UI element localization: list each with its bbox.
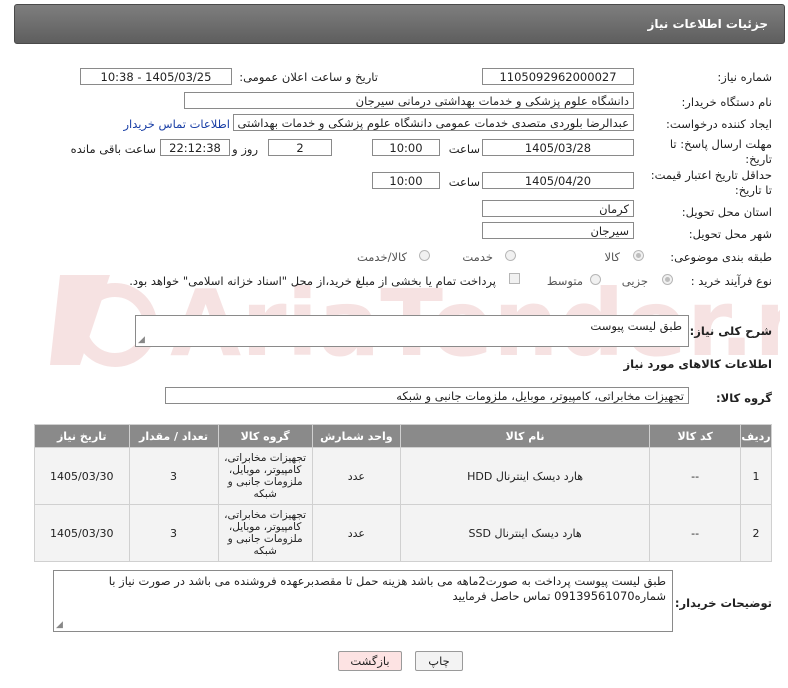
price-validity-time-field: 10:00 [372,172,440,189]
goods-section-title: اطلاعات کالاهای مورد نیاز [623,357,772,371]
column-header-date: تاریخ نیاز [34,424,130,448]
days-label: روز و [232,142,258,156]
delivery-province-label: استان محل تحویل: [681,205,772,219]
need-description-textarea[interactable]: طبق لیست پیوست ◢ [135,315,689,347]
process-radio-medium[interactable] [590,274,601,285]
goods-group-label: گروه کالا: [716,391,772,405]
goods-group-field: تجهیزات مخابراتی، کامپیوتر، موبایل، ملزو… [165,387,689,404]
column-header-qty: تعداد / مقدار [128,424,219,448]
category-radio-goods[interactable] [633,250,644,261]
column-header-code: کد کالا [649,424,742,448]
category-option-goods: کالا [604,250,620,264]
remaining-time-label: ساعت باقی مانده [70,142,156,156]
cell-name: هارد دیسک اینترنال SSD [399,504,651,562]
treasury-payment-note: پرداخت تمام یا بخشی از مبلغ خرید،از محل … [129,274,496,288]
deadline-label-date: تاریخ: [745,152,772,166]
cell-code: -- [649,504,742,562]
buyer-notes-textarea[interactable]: طبق لیست پیوست پرداخت به صورت2ماهه می با… [53,570,673,632]
requester-label: ایجاد کننده درخواست: [666,117,772,131]
print-button[interactable]: چاپ [415,651,463,671]
need-description-text: طبق لیست پیوست [590,319,682,333]
treasury-payment-checkbox[interactable] [509,273,520,284]
requester-field: عبدالرضا بلوردی متصدی خدمات عمومی دانشگا… [233,114,634,131]
need-description-label: شرح کلی نیاز: [689,324,772,338]
remaining-time-field: 22:12:38 [160,139,230,156]
cell-code: -- [649,447,742,505]
cell-date: 1405/03/30 [34,504,130,562]
goods-table-header: ردیف کد کالا نام کالا واحد شمارش گروه کا… [34,424,772,448]
purchase-process-label: نوع فرآیند خرید : [690,274,772,288]
column-header-group: گروه کالا [217,424,313,448]
cell-index: 1 [740,447,772,505]
category-radio-service[interactable] [505,250,516,261]
deadline-date-field: 1405/03/28 [482,139,634,156]
process-option-minor: جزیی [621,274,648,288]
column-header-index: ردیف [740,424,772,448]
cell-name: هارد دیسک اینترنال HDD [399,447,651,505]
deadline-time-field: 10:00 [372,139,440,156]
column-header-name: نام کالا [399,424,651,448]
delivery-city-label: شهر محل تحویل: [688,227,772,241]
cell-qty: 3 [128,447,219,505]
need-number-label: شماره نیاز: [717,70,772,84]
page-title: جزئیات اطلاعات نیاز [647,17,768,31]
cell-index: 2 [740,504,772,562]
cell-unit: عدد [311,447,401,505]
price-validity-date-field: 1405/04/20 [482,172,634,189]
subject-category-label: طبقه بندی موضوعی: [670,250,772,264]
cell-unit: عدد [311,504,401,562]
deadline-hour-label: ساعت [448,142,480,156]
goods-table: ردیف کد کالا نام کالا واحد شمارش گروه کا… [34,424,772,562]
announce-datetime-label: تاریخ و ساعت اعلان عمومی: [239,70,378,84]
cell-group: تجهیزات مخابراتی، کامپیوتر، موبایل، ملزو… [217,504,313,562]
delivery-city-field: سیرجان [482,222,634,239]
buyer-notes-text: طبق لیست پیوست پرداخت به صورت2ماهه می با… [108,574,666,603]
buyer-org-label: نام دستگاه خریدار: [681,95,772,109]
table-row: 1 -- هارد دیسک اینترنال HDD عدد تجهیزات … [34,447,772,505]
buyer-org-field: دانشگاه علوم پزشکی و خدمات بهداشتی درمان… [184,92,634,109]
buyer-contact-link[interactable]: اطلاعات تماس خریدار [123,117,230,131]
delivery-province-field: کرمان [482,200,634,217]
table-row: 2 -- هارد دیسک اینترنال SSD عدد تجهیزات … [34,504,772,562]
cell-qty: 3 [128,504,219,562]
announce-datetime-field: 1405/03/25 - 10:38 [80,68,232,85]
resize-grip-icon: ◢ [138,335,145,345]
need-number-field: 1105092962000027 [482,68,634,85]
remaining-days-field: 2 [268,139,332,156]
category-option-goods-service: کالا/خدمت [356,250,407,264]
deadline-label: مهلت ارسال پاسخ: تا [669,137,772,151]
cell-group: تجهیزات مخابراتی، کامپیوتر، موبایل، ملزو… [217,447,313,505]
price-validity-label-date: تا تاریخ: [734,183,772,197]
resize-grip-icon: ◢ [56,620,63,630]
category-option-service: خدمت [462,250,493,264]
price-validity-hour-label: ساعت [448,175,480,189]
back-button[interactable]: بازگشت [338,651,402,671]
buyer-notes-label: توضیحات خریدار: [674,596,772,610]
cell-date: 1405/03/30 [34,447,130,505]
watermark-emblem-shape [50,275,110,365]
process-radio-minor[interactable] [662,274,673,285]
column-header-unit: واحد شمارش [311,424,401,448]
page-header: جزئیات اطلاعات نیاز [14,4,785,44]
process-option-medium: متوسط [546,274,583,288]
price-validity-label: حداقل تاریخ اعتبار قیمت: [650,168,772,182]
category-radio-goods-service[interactable] [419,250,430,261]
